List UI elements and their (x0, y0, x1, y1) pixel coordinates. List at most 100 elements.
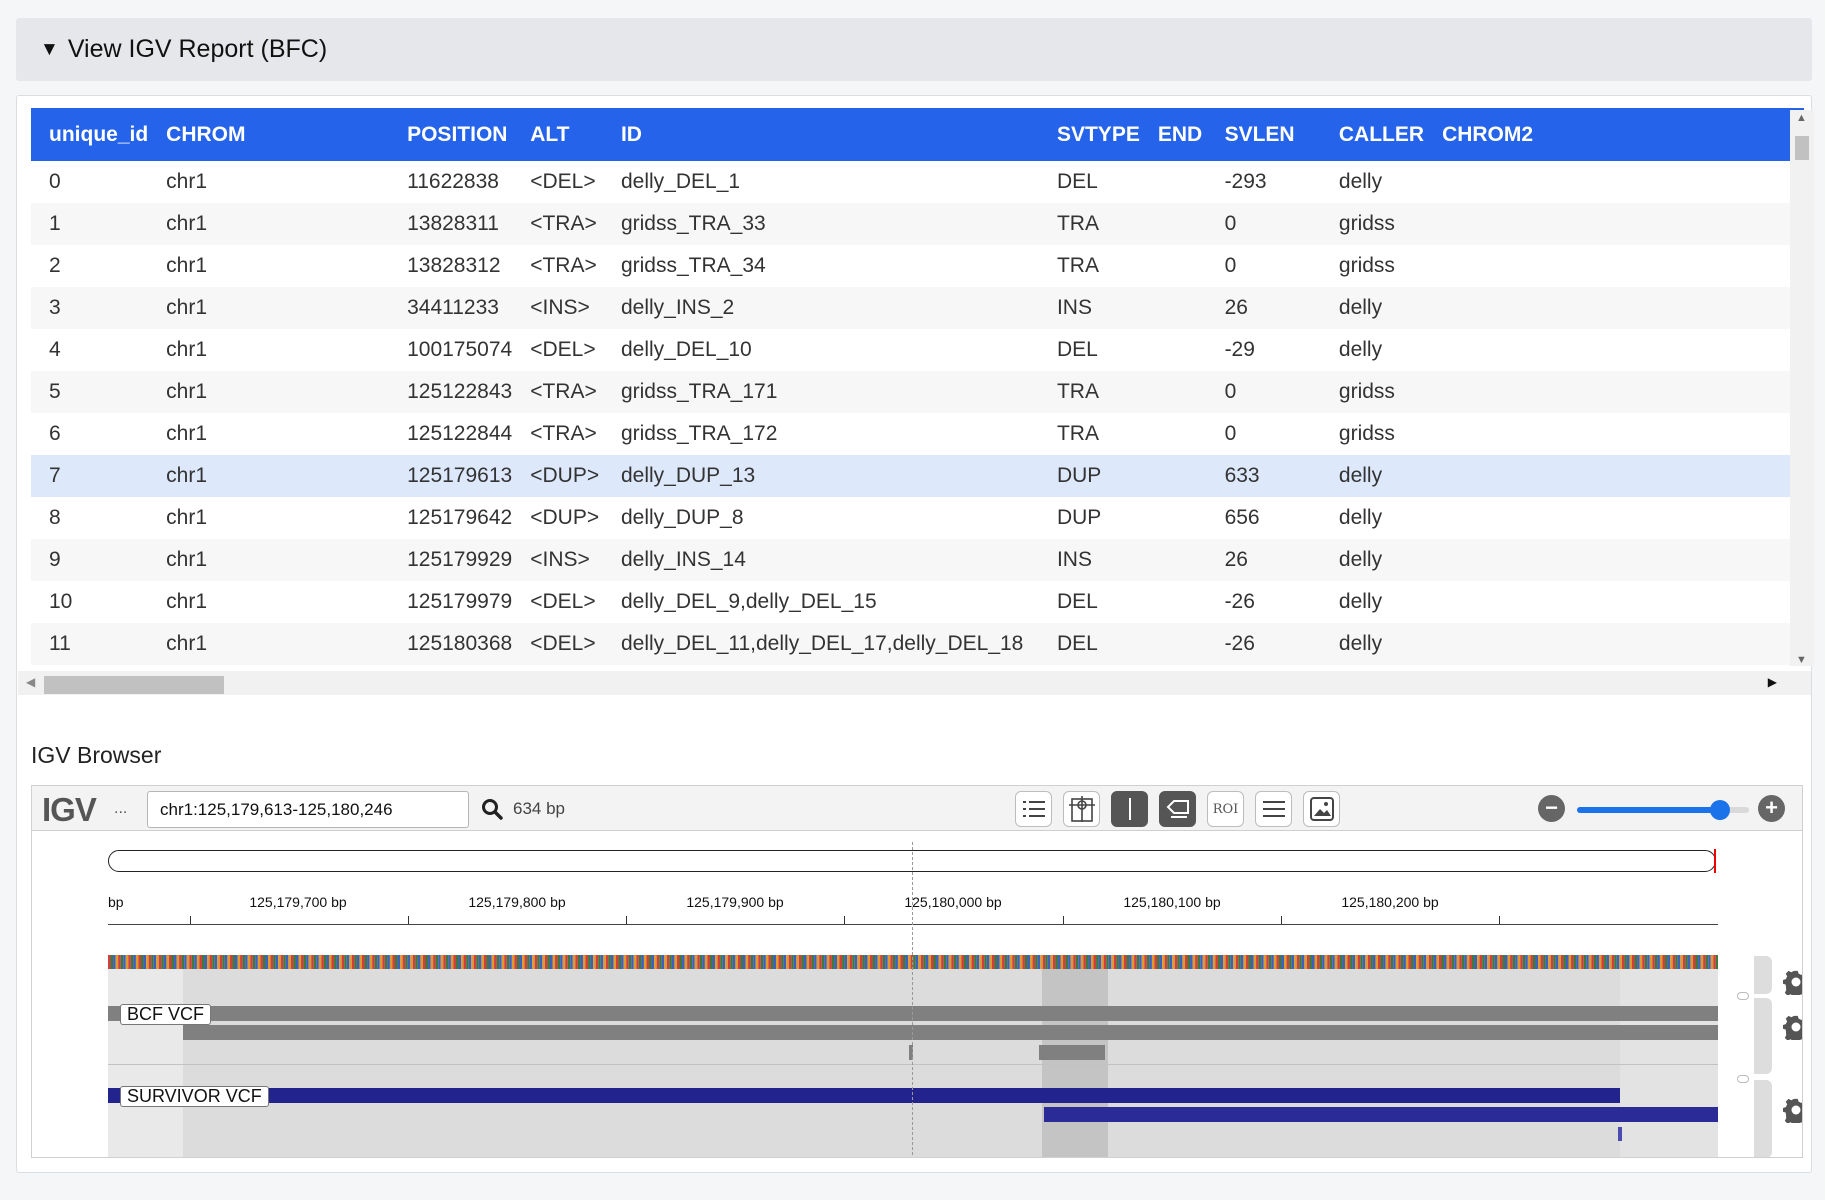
save-image-button[interactable] (1303, 791, 1340, 827)
table-row[interactable]: 3 chr1 34411233 <INS> delly_INS_2 INS 26 delly (31, 287, 1804, 329)
table-cell-position: 125179979 (407, 590, 513, 613)
sequence-base (1713, 955, 1716, 969)
track-labels-button[interactable] (1159, 791, 1196, 827)
sequence-base (199, 955, 202, 969)
survivor-variant-bar-2[interactable] (1044, 1107, 1718, 1122)
horizontal-scroll-thumb[interactable] (44, 676, 224, 694)
table-row[interactable]: 5 chr1 125122843 <TRA> gridss_TRA_171 TRA 0 gri… (31, 371, 1804, 413)
sequence-base (920, 955, 924, 969)
track-resize-handle-1[interactable] (1754, 956, 1772, 994)
ruler-tick-label: 125,180,100 bp (1123, 894, 1221, 910)
sequence-base (1555, 955, 1559, 969)
table-row[interactable]: 7 chr1 125179613 <DUP> delly_DUP_13 DUP 633 del… (31, 455, 1804, 497)
horizontal-scrollbar[interactable]: ◀ ▶ (18, 671, 1811, 695)
vertical-scroll-thumb[interactable] (1795, 136, 1809, 160)
column-header-chrom[interactable]: CHROM (148, 108, 390, 161)
sequence-base (128, 955, 131, 969)
zoom-slider-fill (1577, 807, 1720, 813)
sequence-base (1065, 955, 1069, 969)
zoom-slider-handle[interactable] (1709, 800, 1730, 820)
igv-report-toggle[interactable]: ▼ View IGV Report (BFC) (16, 18, 1812, 81)
scroll-left-icon[interactable]: ◀ (26, 675, 35, 689)
bcf-variant-bar-2[interactable] (183, 1025, 1718, 1040)
survivor-variant-bar-1[interactable] (108, 1088, 1620, 1103)
column-header-alt[interactable]: ALT (512, 108, 603, 161)
sequence-base (1380, 955, 1384, 969)
sequence-base (854, 955, 858, 969)
column-header-unique_id[interactable]: unique_id (31, 108, 149, 161)
sequence-base (613, 955, 616, 969)
sequence-base (1088, 955, 1091, 969)
sequence-base (1093, 955, 1097, 969)
sequence-base (1286, 955, 1290, 969)
search-icon[interactable] (481, 798, 503, 820)
zoom-in-button[interactable]: + (1758, 795, 1785, 822)
track-select-radio-2[interactable] (1737, 1075, 1749, 1083)
column-header-end[interactable]: END (1139, 108, 1207, 161)
sequence-base (108, 955, 111, 969)
sequence-track-gear-icon[interactable] (1783, 969, 1803, 995)
sequence-base (913, 955, 916, 969)
zoom-slider[interactable] (1577, 800, 1749, 820)
track-resize-handle-3[interactable] (1754, 1080, 1772, 1157)
genome-menu-ellipsis[interactable]: ... (114, 800, 127, 818)
sequence-base (1411, 955, 1414, 969)
sequence-base (1022, 955, 1025, 969)
table-cell-unique_id: 10 (49, 590, 73, 613)
sequence-base (341, 955, 345, 969)
table-row[interactable]: 2 chr1 13828312 <TRA> gridss_TRA_34 TRA 0 grids… (31, 245, 1804, 287)
table-row[interactable]: 10 chr1 125179979 <DEL> delly_DEL_9,delly_DE… (31, 581, 1804, 623)
column-header-caller[interactable]: CALLER (1320, 108, 1425, 161)
center-line-button[interactable] (1111, 791, 1148, 827)
sequence-base (621, 955, 624, 969)
table-row[interactable]: 0 chr1 11622838 <DEL> delly_DEL_1 DEL -293 dell… (31, 161, 1804, 203)
column-header-svlen[interactable]: SVLEN (1206, 108, 1321, 161)
track-resize-handle-2[interactable] (1754, 998, 1772, 1074)
survivor-track-gear-icon[interactable] (1783, 1097, 1803, 1123)
sequence-base (786, 955, 789, 969)
track-select-radio-1[interactable] (1737, 992, 1749, 1000)
bcf-track-gear-icon[interactable] (1783, 1014, 1803, 1040)
zoom-out-button[interactable]: − (1538, 795, 1565, 822)
sequence-base (608, 955, 611, 969)
sequence-base (1659, 955, 1663, 969)
table-row[interactable]: 9 chr1 125179929 <INS> delly_INS_14 INS 26 dell… (31, 539, 1804, 581)
vertical-scrollbar[interactable]: ▲ ▼ (1790, 110, 1814, 666)
bcf-variant-bar-4[interactable] (1039, 1045, 1105, 1060)
table-cell-alt: <TRA> (530, 254, 597, 277)
scroll-down-icon[interactable]: ▼ (1796, 654, 1807, 666)
sequence-base (1217, 955, 1221, 969)
sequence-base (1134, 955, 1137, 969)
survivor-variant-bar-3[interactable] (1618, 1127, 1622, 1141)
sequence-base (748, 955, 751, 969)
sequence-base (595, 955, 599, 969)
sequence-base (148, 955, 152, 969)
table-row[interactable]: 6 chr1 125122844 <TRA> gridss_TRA_172 TRA 0 gri… (31, 413, 1804, 455)
locus-search-input[interactable] (147, 791, 469, 828)
sequence-base (745, 955, 749, 969)
table-row[interactable]: 1 chr1 13828311 <TRA> gridss_TRA_33 TRA 0 grids… (31, 203, 1804, 245)
scroll-right-icon[interactable]: ▶ (1768, 675, 1777, 689)
sample-names-button[interactable] (1255, 791, 1292, 827)
bcf-variant-bar-1[interactable] (108, 1006, 1718, 1021)
sequence-base (557, 955, 561, 969)
column-header-chrom2[interactable]: CHROM2 (1424, 108, 1804, 161)
table-row[interactable]: 4 chr1 100175074 <DEL> delly_DEL_10 DEL -29 del… (31, 329, 1804, 371)
sequence-base (1052, 955, 1056, 969)
scroll-up-icon[interactable]: ▲ (1796, 112, 1807, 124)
table-row[interactable]: 8 chr1 125179642 <DUP> delly_DUP_8 DUP 656 dell… (31, 497, 1804, 539)
track-list-button[interactable] (1015, 791, 1052, 827)
cursor-guide-button[interactable] (1063, 791, 1100, 827)
column-header-svtype[interactable]: SVTYPE (1038, 108, 1140, 161)
sequence-base (1154, 955, 1158, 969)
column-header-id[interactable]: ID (602, 108, 1039, 161)
sequence-base (961, 955, 964, 969)
sequence-base (1355, 955, 1358, 969)
sequence-base (217, 955, 220, 969)
sequence-base (1626, 955, 1630, 969)
table-row[interactable]: 11 chr1 125180368 <DEL> delly_DEL_11,delly_D… (31, 623, 1804, 665)
roi-button[interactable]: ROI (1207, 791, 1244, 827)
sequence-base (697, 955, 700, 969)
column-header-position[interactable]: POSITION (389, 108, 513, 161)
table-cell-position: 100175074 (407, 338, 513, 361)
